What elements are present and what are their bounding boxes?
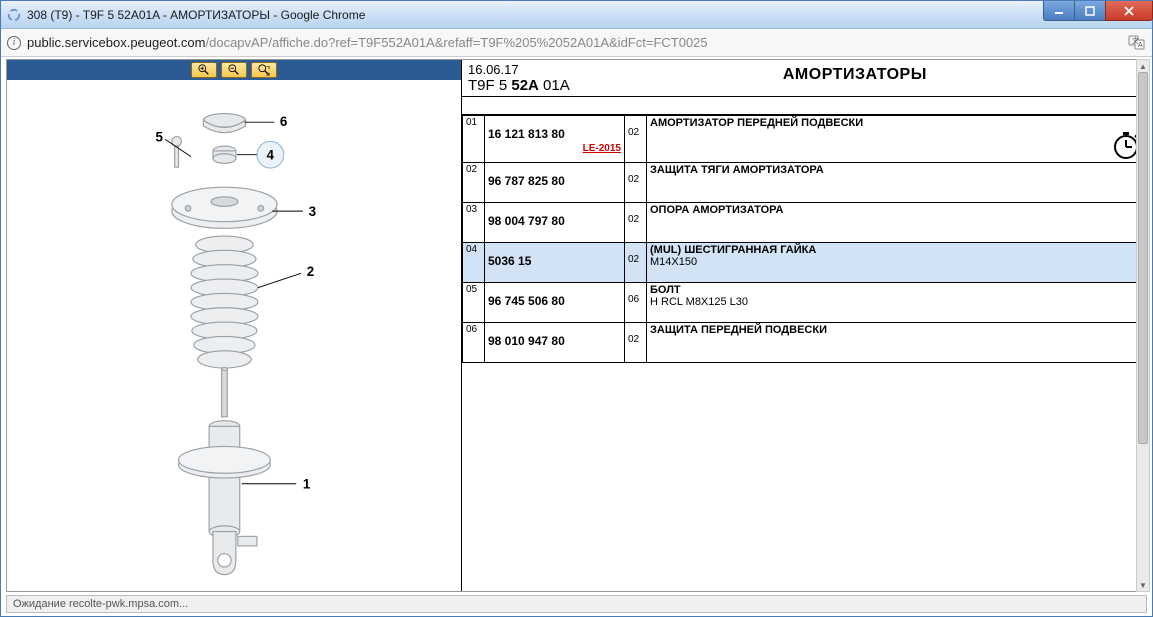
row-num: 04 [463,243,485,283]
description-cell: АМОРТИЗАТОР ПЕРЕДНЕЙ ПОДВЕСКИ [647,116,1146,163]
callout-2: 2 [307,264,314,279]
part-number-cell: 96 745 506 80 [485,283,625,323]
table-row[interactable]: 045036 15 02(MUL) ШЕСТИГРАННАЯ ГАЙКАM14X1… [463,243,1146,283]
part-number-cell: 96 787 825 80 [485,163,625,203]
window-controls [1043,1,1152,21]
site-info-icon[interactable]: i [7,36,21,50]
url-path: /docapvAP/affiche.do?ref=T9F552A01A&refa… [206,35,708,50]
translate-icon[interactable]: 文A [1128,34,1146,52]
part-number: 98 004 797 80 [488,214,621,228]
diagram-date: 16.06.17 [468,62,570,77]
svg-text:A: A [1138,42,1143,49]
table-row[interactable]: 0398 004 797 80 02ОПОРА АМОРТИЗАТОРА [463,203,1146,243]
status-bar: Ожидание recolte-pwk.mpsa.com... [6,595,1147,613]
description-cell: ОПОРА АМОРТИЗАТОРА [647,203,1146,243]
parts-table: 0116 121 813 80LE-201502АМОРТИЗАТОР ПЕРЕ… [462,115,1146,363]
parts-header: 16.06.17 T9F 5 52A 01A АМОРТИЗАТОРЫ [462,60,1146,97]
qty-cell: 02 [625,116,647,163]
row-num: 05 [463,283,485,323]
zoom-out-button[interactable] [221,62,247,78]
diagram-pane: 6 5 4 3 2 1 [7,60,462,591]
table-row[interactable]: 0698 010 947 80 02ЗАЩИТА ПЕРЕДНЕЙ ПОДВЕСК… [463,323,1146,363]
parts-pane: 16.06.17 T9F 5 52A 01A АМОРТИЗАТОРЫ 0116… [462,60,1146,591]
table-row[interactable]: 0116 121 813 80 LE-2015 02АМОРТИЗАТОР ПЕРЕ… [463,116,1146,163]
window-titlebar: 308 (T9) - T9F 5 52A01A - АМОРТИЗАТОРЫ -… [1,1,1152,29]
part-desc: (MUL) ШЕСТИГРАННАЯ ГАЙКА [650,244,1142,256]
description-cell: ЗАЩИТА ТЯГИ АМОРТИЗАТОРА [647,163,1146,203]
description-cell: БОЛТH RCL M8X125 L30 [647,283,1146,323]
maximize-button[interactable] [1074,1,1106,21]
minimize-button[interactable] [1043,1,1075,21]
exploded-diagram[interactable]: 6 5 4 3 2 1 [9,82,459,589]
part-desc: ЗАЩИТА ТЯГИ АМОРТИЗАТОРА [650,164,1142,176]
part-number: 5036 15 [488,254,621,268]
part-desc: АМОРТИЗАТОР ПЕРЕДНЕЙ ПОДВЕСКИ [650,117,1142,129]
description-cell: (MUL) ШЕСТИГРАННАЯ ГАЙКАM14X150 [647,243,1146,283]
diagram-code: T9F 5 52A 01A [468,77,570,94]
diagram-toolbar [7,60,461,80]
header-spacer [462,97,1146,115]
part-desc2: M14X150 [650,256,1142,268]
zoom-in-button[interactable] [191,62,217,78]
close-button[interactable] [1105,1,1153,21]
part-number-cell: 16 121 813 80 LE-2015 [485,116,625,163]
callout-3: 3 [309,204,316,219]
part-number-cell: 98 004 797 80 [485,203,625,243]
callout-5: 5 [156,129,164,144]
zoom-fit-button[interactable] [251,62,277,78]
page-content: 6 5 4 3 2 1 16.06.17 T9F 5 52A 01A [6,59,1147,592]
le-link[interactable]: LE-2015 [583,143,621,154]
table-row[interactable]: 0596 745 506 80 06БОЛТH RCL M8X125 L30 [463,283,1146,323]
part-number: 96 745 506 80 [488,294,621,308]
row-num: 01 [463,116,485,163]
address-bar: i public.servicebox.peugeot.com/docapvAP… [1,29,1152,57]
part-number-cell: 5036 15 [485,243,625,283]
part-number-cell: 98 010 947 80 [485,323,625,363]
row-num: 02 [463,163,485,203]
qty-cell: 02 [625,203,647,243]
part-desc: БОЛТ [650,284,1142,296]
callout-6: 6 [280,114,287,129]
status-text: Ожидание recolte-pwk.mpsa.com... [13,598,188,610]
qty-cell: 06 [625,283,647,323]
url-host: public.servicebox.peugeot.com [27,35,206,50]
scroll-thumb[interactable] [1138,72,1148,444]
part-desc2: H RCL M8X125 L30 [650,296,1142,308]
part-number: 16 121 813 80 [488,127,621,141]
url-display[interactable]: public.servicebox.peugeot.com/docapvAP/a… [27,35,1128,50]
loading-spinner-icon [7,8,21,22]
callout-1: 1 [303,477,311,492]
description-cell: ЗАЩИТА ПЕРЕДНЕЙ ПОДВЕСКИ [647,323,1146,363]
row-num: 03 [463,203,485,243]
part-desc: ЗАЩИТА ПЕРЕДНЕЙ ПОДВЕСКИ [650,324,1142,336]
callout-4[interactable]: 4 [267,147,275,162]
part-number: 98 010 947 80 [488,334,621,348]
part-desc: ОПОРА АМОРТИЗАТОРА [650,204,1142,216]
scroll-up-arrow-icon[interactable]: ▲ [1137,60,1149,72]
part-number: 96 787 825 80 [488,174,621,188]
qty-cell: 02 [625,323,647,363]
vertical-scrollbar[interactable]: ▲ ▼ [1136,59,1150,592]
diagram-title: АМОРТИЗАТОРЫ [570,62,1140,84]
browser-window: 308 (T9) - T9F 5 52A01A - АМОРТИЗАТОРЫ -… [0,0,1153,617]
window-title: 308 (T9) - T9F 5 52A01A - АМОРТИЗАТОРЫ -… [27,8,1148,22]
qty-cell: 02 [625,163,647,203]
scroll-down-arrow-icon[interactable]: ▼ [1137,579,1149,591]
qty-cell: 02 [625,243,647,283]
row-num: 06 [463,323,485,363]
table-row[interactable]: 0296 787 825 8002ЗАЩИТА ТЯГИ АМОРТИЗАТОР… [463,163,1146,203]
